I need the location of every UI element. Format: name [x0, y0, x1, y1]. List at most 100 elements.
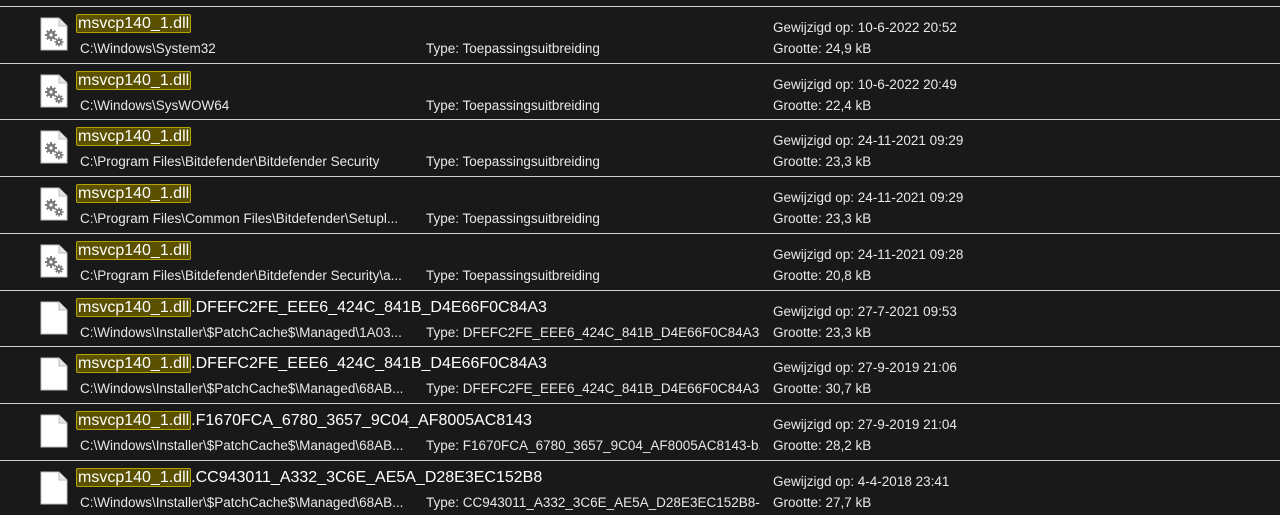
file-name: msvcp140_1.dll .DFEFC2FE_EEE6_424C_841B_D… — [76, 297, 547, 318]
modified-value: 10-6-2022 20:49 — [857, 76, 957, 92]
file-path: C:\Program Files\Bitdefender\Bitdefender… — [80, 267, 402, 283]
type-value: Toepassingsuitbreiding — [462, 154, 600, 170]
file-path: C:\Windows\Installer\$PatchCache$\Manage… — [80, 381, 404, 397]
dll-gear-icon — [40, 130, 68, 164]
file-type: Type: Toepassingsuitbreiding — [426, 153, 760, 170]
modified-value: 10-6-2022 20:52 — [857, 20, 957, 35]
file-path: C:\Windows\Installer\$PatchCache$\Manage… — [80, 494, 404, 510]
result-row[interactable]: msvcp140_1.dll C:\Program Files\Bitdefen… — [0, 232, 1280, 288]
size-value: 28,2 kB — [825, 437, 872, 453]
result-row[interactable]: msvcp140_1.dll C:\Windows\SysWOW64 Type:… — [0, 62, 1280, 118]
name-remainder: .DFEFC2FE_EEE6_424C_841B_D4E66F0C84A3 — [191, 355, 547, 373]
result-row[interactable]: msvcp140_1.dll .CC943011_A332_3C6E_AE5A_D… — [0, 459, 1280, 515]
file-size: Grootte: 23,3 kB — [773, 324, 1253, 341]
name-match-highlight: msvcp140_1.dll — [76, 240, 192, 260]
modified-value: 24-11-2021 09:29 — [857, 133, 964, 149]
file-type: Type: Toepassingsuitbreiding — [426, 267, 760, 284]
size-label: Grootte: — [773, 267, 826, 283]
modified-label: Gewijzigd op: — [773, 416, 858, 432]
search-results-list: msvcp140_1.dll C:\Windows\System32 Type:… — [0, 0, 1280, 514]
result-row[interactable]: msvcp140_1.dll C:\Program Files\Common F… — [0, 176, 1280, 231]
file-size: Grootte: 24,9 kB — [773, 40, 1253, 57]
blank-file-icon — [40, 301, 68, 335]
result-row[interactable]: msvcp140_1.dll .DFEFC2FE_EEE6_424C_841B_D… — [0, 289, 1280, 345]
size-value: 23,3 kB — [825, 324, 872, 340]
size-label: Grootte: — [773, 324, 826, 340]
blank-file-icon — [40, 357, 68, 391]
file-type: Type: F1670FCA_6780_3657_9C04_AF8005AC81… — [426, 437, 760, 454]
modified-value: 24-11-2021 09:29 — [857, 190, 964, 206]
name-remainder: .DFEFC2FE_EEE6_424C_841B_D4E66F0C84A3 — [191, 298, 547, 316]
size-label: Grootte: — [773, 41, 826, 56]
type-label: Type: — [426, 97, 463, 113]
file-name: msvcp140_1.dll — [76, 70, 192, 91]
modified-label: Gewijzigd op: — [773, 190, 858, 206]
type-label: Type: — [426, 381, 463, 397]
file-type: Type: Toepassingsuitbreiding — [426, 210, 760, 227]
file-size: Grootte: 28,2 kB — [773, 437, 1253, 454]
modified-date: Gewijzigd op: 4-4-2018 23:41 — [773, 473, 1253, 490]
name-match-highlight: msvcp140_1.dll — [76, 467, 192, 487]
result-row[interactable]: msvcp140_1.dll .DFEFC2FE_EEE6_424C_841B_D… — [0, 346, 1280, 401]
type-value: Toepassingsuitbreiding — [462, 41, 600, 56]
type-label: Type: — [426, 267, 463, 283]
type-value: Toepassingsuitbreiding — [462, 211, 600, 227]
type-label: Type: — [426, 211, 463, 227]
modified-label: Gewijzigd op: — [773, 303, 858, 319]
size-label: Grootte: — [773, 381, 826, 397]
modified-date: Gewijzigd op: 24-11-2021 09:29 — [773, 189, 1253, 206]
modified-label: Gewijzigd op: — [773, 473, 858, 489]
name-match-highlight: msvcp140_1.dll — [76, 297, 192, 317]
modified-label: Gewijzigd op: — [773, 133, 858, 149]
type-value: Toepassingsuitbreiding — [462, 267, 600, 283]
file-name: msvcp140_1.dll — [76, 184, 192, 204]
file-name: msvcp140_1.dll .DFEFC2FE_EEE6_424C_841B_D… — [76, 354, 547, 374]
name-match-highlight: msvcp140_1.dll — [76, 127, 192, 147]
name-match-highlight: msvcp140_1.dll — [76, 410, 192, 430]
name-remainder: .F1670FCA_6780_3657_9C04_AF8005AC8143 — [191, 411, 532, 429]
dll-gear-icon — [40, 74, 68, 108]
file-type: Type: CC943011_A332_3C6E_AE5A_D28E3EC152… — [426, 494, 760, 511]
file-size: Grootte: 30,7 kB — [773, 380, 1253, 397]
modified-label: Gewijzigd op: — [773, 20, 858, 35]
name-remainder: .CC943011_A332_3C6E_AE5A_D28E3EC152B8 — [191, 468, 543, 486]
result-row[interactable]: msvcp140_1.dll .F1670FCA_6780_3657_9C04_A… — [0, 402, 1280, 458]
modified-value: 4-4-2018 23:41 — [857, 473, 950, 489]
modified-date: Gewijzigd op: 24-11-2021 09:28 — [773, 246, 1253, 263]
modified-label: Gewijzigd op: — [773, 360, 858, 376]
size-label: Grootte: — [773, 494, 826, 510]
blank-file-icon — [40, 414, 68, 448]
modified-label: Gewijzigd op: — [773, 246, 858, 262]
name-match-highlight: msvcp140_1.dll — [76, 14, 192, 33]
file-type: Type: DFEFC2FE_EEE6_424C_841B_D4E66F0C84… — [426, 380, 760, 397]
type-label: Type: — [426, 494, 463, 510]
file-path: C:\Windows\System32 — [80, 41, 216, 56]
file-name: msvcp140_1.dll — [76, 127, 192, 147]
file-size: Grootte: 23,3 kB — [773, 153, 1253, 170]
file-path: C:\Program Files\Bitdefender\Bitdefender… — [80, 154, 380, 170]
size-value: 23,3 kB — [825, 154, 872, 170]
modified-label: Gewijzigd op: — [773, 76, 858, 92]
size-value: 27,7 kB — [825, 494, 872, 510]
file-path: C:\Windows\SysWOW64 — [80, 97, 230, 113]
file-name: msvcp140_1.dll — [76, 240, 192, 261]
dll-gear-icon — [40, 244, 68, 278]
file-path: C:\Program Files\Common Files\Bitdefende… — [80, 211, 399, 227]
file-path: C:\Windows\Installer\$PatchCache$\Manage… — [80, 437, 404, 453]
size-label: Grootte: — [773, 154, 826, 170]
type-label: Type: — [426, 41, 463, 56]
type-label: Type: — [426, 324, 463, 340]
result-row[interactable]: msvcp140_1.dll C:\Windows\System32 Type:… — [0, 6, 1280, 61]
type-value: CC943011_A332_3C6E_AE5A_D28E3EC152B8-... — [462, 494, 760, 510]
file-path: C:\Windows\Installer\$PatchCache$\Manage… — [80, 324, 402, 340]
modified-date: Gewijzigd op: 27-9-2019 21:04 — [773, 416, 1253, 433]
file-name: msvcp140_1.dll .F1670FCA_6780_3657_9C04_A… — [76, 410, 532, 431]
file-size: Grootte: 23,3 kB — [773, 210, 1253, 227]
modified-value: 27-7-2021 09:53 — [857, 303, 957, 319]
name-match-highlight: msvcp140_1.dll — [76, 70, 192, 90]
size-label: Grootte: — [773, 437, 826, 453]
modified-value: 27-9-2019 21:04 — [857, 416, 957, 432]
file-name: msvcp140_1.dll .CC943011_A332_3C6E_AE5A_D… — [76, 467, 543, 488]
blank-file-icon — [40, 471, 68, 505]
result-row[interactable]: msvcp140_1.dll C:\Program Files\Bitdefen… — [0, 119, 1280, 174]
